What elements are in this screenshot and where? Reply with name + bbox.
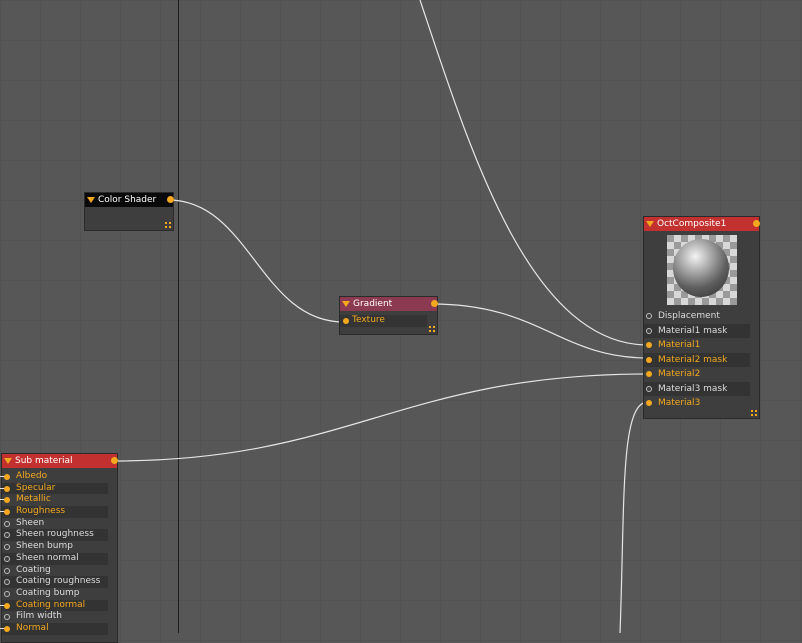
pin-label: Texture <box>352 315 385 325</box>
gradient-node[interactable]: Gradient Texture <box>339 296 438 335</box>
pin-label: Metallic <box>16 494 51 505</box>
wire-gradient-to-material2mask <box>431 303 649 359</box>
resize-grip-icon[interactable] <box>165 222 171 228</box>
input-pin[interactable] <box>4 532 10 539</box>
pin-roughness[interactable]: Roughness <box>0 506 108 518</box>
output-pin[interactable] <box>431 300 438 307</box>
pin-label: Material3 mask <box>658 383 728 394</box>
oct-composite-header[interactable]: OctComposite1 <box>644 217 760 231</box>
collapse-triangle-icon[interactable] <box>646 221 654 227</box>
pin-coating-normal[interactable]: Coating normal <box>0 599 108 612</box>
canvas-divider <box>178 0 179 633</box>
node-title: OctComposite1 <box>657 219 727 229</box>
oct-composite-node[interactable]: OctComposite1 Displacement Material1 mas… <box>643 216 760 419</box>
input-pin[interactable] <box>646 327 652 334</box>
wire-bottom-to-material3 <box>619 401 649 633</box>
pin-metallic[interactable]: Metallic <box>0 494 108 506</box>
pin-albedo[interactable]: Albedo <box>0 471 108 483</box>
pin-label: Material2 mask <box>658 354 728 365</box>
wire-color-to-texture <box>167 199 345 323</box>
input-pin[interactable] <box>4 520 10 527</box>
pin-material1[interactable]: Material1 <box>644 338 750 353</box>
pin-material2[interactable]: Material2 <box>644 367 750 382</box>
sub-material-node[interactable]: Sub material Albedo Specular Metallic Ro… <box>0 453 118 643</box>
pin-sheen-roughness[interactable]: Sheen roughness <box>2 529 108 542</box>
pin-label: Specular <box>16 482 56 493</box>
preview-sphere <box>672 239 729 297</box>
resize-grip-icon[interactable] <box>429 326 435 332</box>
node-title: Color Shader <box>98 195 157 205</box>
pin-texture[interactable]: Texture <box>340 315 427 327</box>
pin-label: Material1 mask <box>658 325 728 336</box>
input-pin[interactable] <box>4 544 10 551</box>
pin-coating[interactable]: Coating <box>2 565 108 577</box>
pin-material3-mask[interactable]: Material3 mask <box>644 381 750 396</box>
resize-grip-icon[interactable] <box>751 410 757 416</box>
input-pin[interactable] <box>4 485 10 492</box>
pin-film-width[interactable]: Film width <box>2 611 108 623</box>
input-pin[interactable] <box>646 371 652 377</box>
input-pin[interactable] <box>4 625 10 632</box>
pin-label: Coating <box>16 564 51 575</box>
output-pin[interactable] <box>111 457 118 464</box>
pin-material3[interactable]: Material3 <box>644 396 750 411</box>
pin-label: Sheen normal <box>16 552 79 563</box>
color-shader-node[interactable]: Color Shader <box>84 192 174 231</box>
input-pin[interactable] <box>4 555 10 562</box>
input-pin[interactable] <box>646 313 652 319</box>
input-pin[interactable] <box>4 497 10 504</box>
pin-specular[interactable]: Specular <box>0 482 108 495</box>
pin-sheen[interactable]: Sheen <box>2 518 108 530</box>
input-pin[interactable] <box>4 567 10 574</box>
pin-label: Albedo <box>16 471 48 481</box>
pin-label: Displacement <box>658 311 720 321</box>
pin-label: Material1 <box>658 340 701 350</box>
collapse-triangle-icon[interactable] <box>4 458 12 464</box>
pin-coating-bump[interactable]: Coating bump <box>2 588 108 600</box>
pin-label: Coating bump <box>16 587 80 598</box>
node-title: Sub material <box>15 456 73 466</box>
input-pin[interactable] <box>4 614 10 621</box>
input-pin[interactable] <box>4 590 10 597</box>
pin-label: Sheen <box>16 517 45 528</box>
pin-label: Coating roughness <box>16 576 101 587</box>
pin-displacement[interactable]: Displacement <box>644 309 750 324</box>
pin-list: Displacement Material1 mask Material1 Ma… <box>644 309 759 411</box>
input-pin[interactable] <box>646 356 652 363</box>
input-pin[interactable] <box>4 602 10 609</box>
pin-label: Film width <box>16 611 62 622</box>
input-pin[interactable] <box>646 342 652 348</box>
input-pin[interactable] <box>4 474 10 480</box>
pin-label: Roughness <box>16 506 66 517</box>
sub-material-header[interactable]: Sub material <box>2 454 118 468</box>
pin-label: Normal <box>16 622 49 633</box>
color-shader-header[interactable]: Color Shader <box>85 193 174 207</box>
input-pin[interactable] <box>343 318 349 324</box>
collapse-triangle-icon[interactable] <box>87 197 95 203</box>
input-pin[interactable] <box>4 509 10 516</box>
output-pin[interactable] <box>167 196 174 203</box>
collapse-triangle-icon[interactable] <box>342 301 350 307</box>
output-pin[interactable] <box>753 220 760 227</box>
input-pin[interactable] <box>646 385 652 392</box>
pin-label: Material3 <box>658 398 701 408</box>
input-pin[interactable] <box>646 400 652 406</box>
wire-top-to-material1 <box>419 0 649 346</box>
pin-label: Sheen bump <box>16 541 73 552</box>
pin-material2-mask[interactable]: Material2 mask <box>644 352 750 367</box>
pin-label: Material2 <box>658 369 701 379</box>
gradient-header[interactable]: Gradient <box>340 297 438 311</box>
pin-label: Coating normal <box>16 599 86 610</box>
pin-sheen-bump[interactable]: Sheen bump <box>2 541 108 553</box>
input-pin[interactable] <box>4 579 10 586</box>
pin-coating-roughness[interactable]: Coating roughness <box>2 576 108 588</box>
node-title: Gradient <box>353 299 393 309</box>
pin-label: Sheen roughness <box>16 529 94 540</box>
pin-material1-mask[interactable]: Material1 mask <box>644 323 750 338</box>
pin-sheen-normal[interactable]: Sheen normal <box>2 552 108 565</box>
material-preview-thumbnail <box>666 235 737 305</box>
wire-sub-to-material2 <box>112 373 649 462</box>
